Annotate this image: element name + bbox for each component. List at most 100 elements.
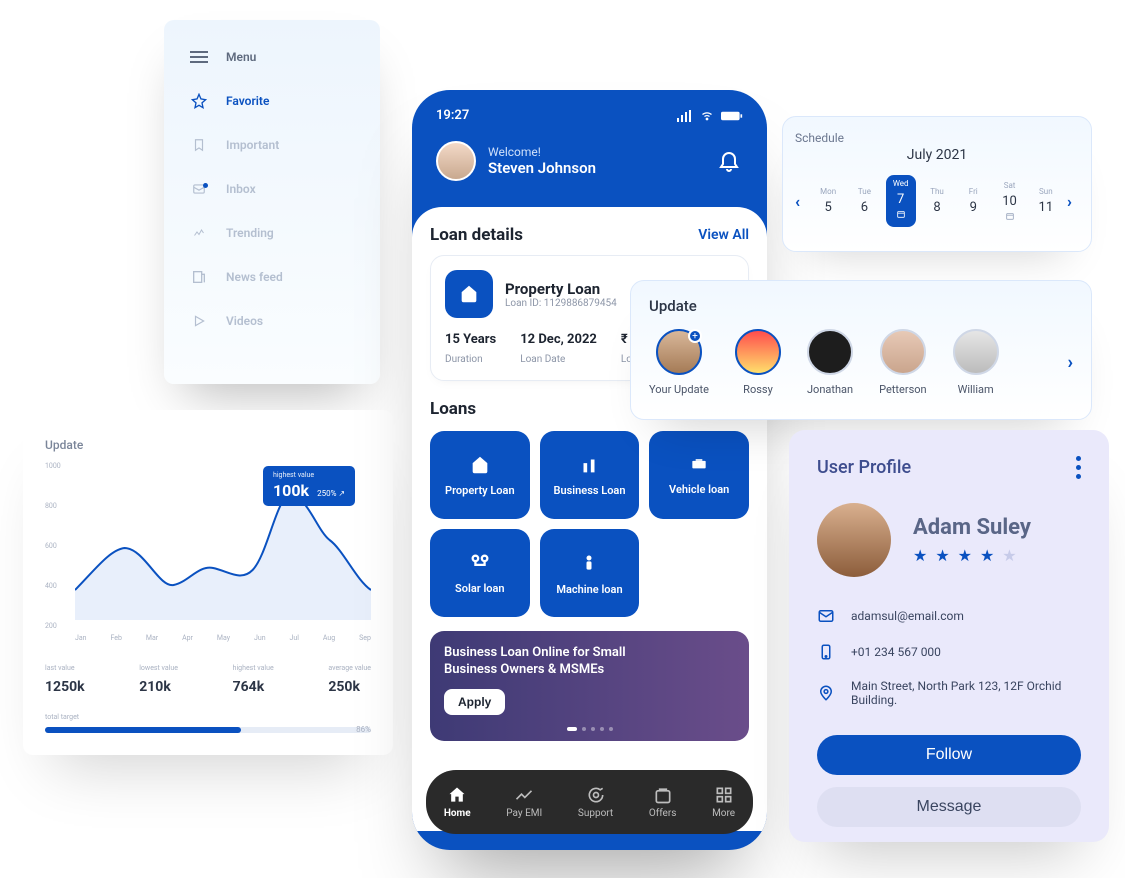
news-icon xyxy=(190,268,208,286)
tile-machine[interactable]: Machine loan xyxy=(540,529,640,617)
story-item[interactable]: Rossy xyxy=(735,329,781,396)
menu-title: Menu xyxy=(226,50,256,64)
stat-lowest: lowest value210k xyxy=(139,664,178,695)
profile-name: Adam Suley xyxy=(913,515,1031,540)
day-fri[interactable]: Fri9 xyxy=(958,187,988,215)
tile-property[interactable]: Property Loan xyxy=(430,431,530,519)
menu-item-videos[interactable]: Videos xyxy=(190,312,354,330)
next-week-button[interactable]: › xyxy=(1067,192,1079,211)
progress-bar xyxy=(45,727,371,733)
rating-stars: ★ ★ ★ ★ ★ xyxy=(913,546,1031,565)
welcome-label: Welcome! xyxy=(488,145,541,159)
plus-icon: + xyxy=(688,329,702,343)
pin-icon xyxy=(817,684,835,702)
menu-label: News feed xyxy=(226,270,283,284)
menu-label: Trending xyxy=(226,226,274,240)
schedule-title: Schedule xyxy=(795,131,1079,145)
story-avatar: + xyxy=(656,329,702,375)
progress-pct: 86% xyxy=(356,725,371,734)
story-avatar xyxy=(735,329,781,375)
menu-header[interactable]: Menu xyxy=(190,48,354,66)
schedule-card: Schedule July 2021 ‹ Mon5 Tue6 Wed7 Thu8… xyxy=(782,116,1092,252)
tab-support[interactable]: Support xyxy=(578,785,613,819)
profile-phone: +01 234 567 000 xyxy=(817,643,1081,661)
phone-header: Welcome! Steven Johnson xyxy=(412,123,767,201)
message-button[interactable]: Message xyxy=(817,787,1081,827)
menu-card: Menu Favorite Important Inbox Trending N… xyxy=(164,20,380,384)
tab-home[interactable]: Home xyxy=(444,785,471,819)
menu-item-favorite[interactable]: Favorite xyxy=(190,92,354,110)
status-bar: 19:27 xyxy=(412,90,767,123)
user-name: Steven Johnson xyxy=(488,159,596,177)
day-sun[interactable]: Sun11 xyxy=(1031,187,1061,215)
banner-copy: Business Loan Online for Small Business … xyxy=(444,645,636,679)
story-avatar xyxy=(807,329,853,375)
stat-last: last value1250k xyxy=(45,664,85,695)
stat-average: average value250k xyxy=(328,664,371,695)
tab-more[interactable]: More xyxy=(712,785,735,819)
tile-solar[interactable]: Solar loan xyxy=(430,529,530,617)
menu-item-inbox[interactable]: Inbox xyxy=(190,180,354,198)
tab-offers[interactable]: Offers xyxy=(649,785,677,819)
stories-card: Update + Your Update Rossy Jonathan Pett… xyxy=(630,280,1092,420)
carousel-dots xyxy=(567,727,613,731)
stories-next-button[interactable]: › xyxy=(1068,352,1073,373)
avatar[interactable] xyxy=(436,141,476,181)
star-icon xyxy=(190,92,208,110)
more-icon[interactable] xyxy=(1076,456,1081,479)
story-avatar xyxy=(953,329,999,375)
menu-label: Inbox xyxy=(226,182,256,196)
play-icon xyxy=(190,312,208,330)
tooltip-delta: 250% ↗ xyxy=(317,489,345,498)
tab-bar: Home Pay EMI Support Offers More xyxy=(426,770,753,834)
phone-icon xyxy=(817,643,835,661)
battery-icon xyxy=(721,110,743,122)
stories-title: Update xyxy=(649,297,1073,315)
story-item[interactable]: William xyxy=(953,329,999,396)
unread-dot-icon xyxy=(203,183,208,188)
analytics-title: Update xyxy=(45,438,371,452)
menu-item-trending[interactable]: Trending xyxy=(190,224,354,242)
promo-banner[interactable]: Business Loan Online for Small Business … xyxy=(430,631,749,741)
apply-button[interactable]: Apply xyxy=(444,689,505,715)
menu-item-newsfeed[interactable]: News feed xyxy=(190,268,354,286)
trending-icon xyxy=(190,224,208,242)
story-item[interactable]: Jonathan xyxy=(807,329,853,396)
follow-button[interactable]: Follow xyxy=(817,735,1081,775)
property-icon xyxy=(445,270,493,318)
target-label: total target xyxy=(45,713,371,721)
wifi-icon xyxy=(699,110,715,122)
hamburger-icon xyxy=(190,48,208,66)
inbox-icon xyxy=(190,180,208,198)
menu-item-important[interactable]: Important xyxy=(190,136,354,154)
loan-id: Loan ID: 1129886879454 xyxy=(505,298,617,309)
story-item[interactable]: Petterson xyxy=(879,329,927,396)
clock: 19:27 xyxy=(436,108,469,123)
bell-icon[interactable] xyxy=(717,148,743,174)
day-mon[interactable]: Mon5 xyxy=(813,187,843,215)
day-tue[interactable]: Tue6 xyxy=(849,187,879,215)
profile-email: adamsul@email.com xyxy=(817,607,1081,625)
tile-business[interactable]: Business Loan xyxy=(540,431,640,519)
tile-vehicle[interactable]: Vehicle loan xyxy=(649,431,749,519)
mail-icon xyxy=(817,607,835,625)
tooltip-value: 100k xyxy=(273,481,309,500)
analytics-card: Update 200 400 600 800 1000 highest valu… xyxy=(23,410,393,755)
prev-week-button[interactable]: ‹ xyxy=(795,192,807,211)
day-wed[interactable]: Wed7 xyxy=(886,175,916,227)
line-chart: 200 400 600 800 1000 highest value 100k … xyxy=(75,470,371,630)
day-sat[interactable]: Sat10 xyxy=(994,181,1024,221)
stats-row: last value1250k lowest value210k highest… xyxy=(45,664,371,695)
chart-tooltip: highest value 100k 250% ↗ xyxy=(263,466,355,506)
profile-avatar[interactable] xyxy=(817,503,891,577)
tab-payemi[interactable]: Pay EMI xyxy=(506,785,542,819)
menu-label: Important xyxy=(226,138,279,152)
signal-icon xyxy=(677,110,693,122)
bookmark-icon xyxy=(190,136,208,154)
section-title: Loan details xyxy=(430,225,523,245)
story-your-update[interactable]: + Your Update xyxy=(649,329,709,396)
profile-title: User Profile xyxy=(817,457,911,478)
view-all-link[interactable]: View All xyxy=(698,227,749,243)
day-thu[interactable]: Thu8 xyxy=(922,187,952,215)
stat-highest: highest value764k xyxy=(233,664,274,695)
